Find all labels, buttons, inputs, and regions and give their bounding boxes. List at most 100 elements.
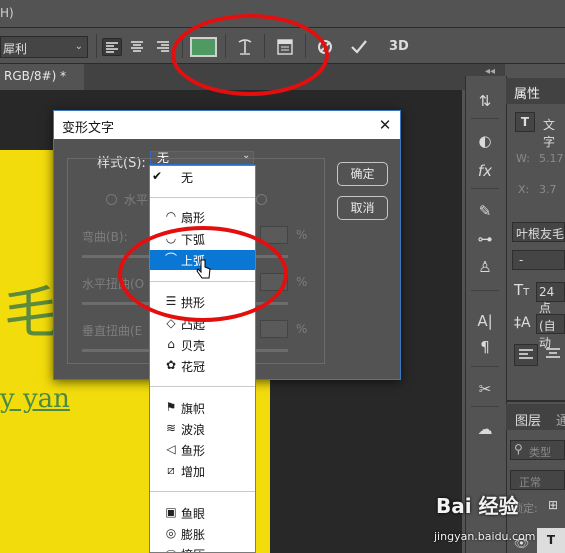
w-value[interactable]: 5.17: [539, 152, 564, 165]
font-size-icon: TT: [514, 281, 530, 299]
shell-icon: ⌂: [167, 337, 175, 351]
character-icon[interactable]: A|: [473, 310, 497, 332]
strip-divider: [471, 406, 499, 407]
vertical-distortion-percent: %: [296, 322, 308, 336]
horizontal-label: 水平: [124, 193, 149, 207]
dropdown-item-label: 无: [181, 171, 194, 185]
text-layer-label: 文字: [543, 118, 556, 149]
dropdown-item-fisheye[interactable]: ▣ 鱼眼: [150, 503, 255, 523]
panel-align-center-button[interactable]: [542, 344, 564, 366]
text-layer-icon: T: [515, 112, 535, 132]
panel-divider: [506, 400, 565, 402]
dropdown-item-rise[interactable]: ⧄ 增加: [150, 461, 255, 481]
brush-settings-icon[interactable]: ⊶: [473, 228, 497, 250]
layer-thumbnail-text[interactable]: T: [537, 528, 565, 553]
clone-source-icon[interactable]: ♙: [473, 256, 497, 278]
inflate-icon: ◎: [165, 526, 177, 540]
font-family-select[interactable]: 犀利 ⌄: [0, 36, 88, 58]
dialog-title: 变形文字: [62, 121, 115, 136]
align-center-icon: [131, 41, 143, 52]
lock-transparent-icon[interactable]: ⊞: [548, 498, 558, 512]
document-tab-label: RGB/8#) *: [4, 69, 67, 83]
font-family-value: 犀利: [3, 42, 28, 56]
dropdown-item-flower[interactable]: ✿ 花冠: [150, 356, 255, 376]
flower-icon: ✿: [165, 358, 177, 372]
tab-properties[interactable]: 属性: [514, 83, 540, 102]
layer-kind-value: 类型: [529, 446, 551, 459]
align-right-icon: [157, 41, 169, 52]
toolbar-divider: [96, 34, 97, 58]
dropdown-item-inflate[interactable]: ◎ 膨胀: [150, 524, 255, 544]
strip-divider: [471, 290, 499, 291]
dropdown-item-label: 花冠: [181, 360, 206, 374]
style-dropdown-list: ✔ 无 ◠ 扇形 ◡ 下弧 ⌒ 上弧 ☰ 拱形 ◇ 凸起 ⌂ 贝壳 ✿ 花冠 ⚑…: [149, 165, 256, 553]
tool-presets-icon[interactable]: ✂: [473, 378, 497, 400]
menu-item-help[interactable]: H): [0, 6, 14, 20]
vertical-radio[interactable]: [256, 194, 267, 205]
dropdown-item-arc[interactable]: ◠ 扇形: [150, 207, 255, 227]
dropdown-item-label: 增加: [181, 465, 206, 479]
dropdown-item-shell[interactable]: ⌂ 贝壳: [150, 335, 255, 355]
dropdown-item-label: 扇形: [181, 211, 206, 225]
fish-icon: ◁: [166, 442, 176, 456]
panel-align-left-button[interactable]: [514, 344, 538, 366]
font-size-value: 24点: [539, 285, 555, 315]
tab-layers[interactable]: 图层: [515, 410, 541, 429]
paragraph-icon[interactable]: ¶: [473, 336, 497, 358]
dropdown-item-wave[interactable]: ≋ 波浪: [150, 419, 255, 439]
layer-kind-filter[interactable]: ⚲ 类型: [510, 440, 565, 460]
ok-button[interactable]: 确定: [337, 162, 388, 186]
canvas-text-layer-2: y yan: [0, 384, 70, 414]
font-family-field-value: 叶根友毛: [516, 227, 565, 241]
dropdown-item-squeeze[interactable]: ⬭ 挤压: [150, 544, 255, 552]
dropdown-item-label: 鱼形: [181, 444, 206, 458]
3d-button[interactable]: 3D: [389, 39, 409, 54]
cancel-button[interactable]: 取消: [337, 196, 388, 220]
strip-divider: [471, 188, 499, 189]
dropdown-item-flag[interactable]: ⚑ 旗帜: [150, 398, 255, 418]
dropdown-item-fish[interactable]: ◁ 鱼形: [150, 440, 255, 460]
font-size-field[interactable]: 24点: [536, 282, 565, 315]
dropdown-item-label: 鱼眼: [181, 507, 206, 521]
dropdown-divider: [150, 197, 255, 198]
brush-icon[interactable]: ✎: [473, 200, 497, 222]
bend-label: 弯曲(B):: [82, 230, 128, 244]
dropdown-item-label: 挤压: [181, 546, 205, 552]
bend-percent: %: [296, 228, 308, 242]
x-value[interactable]: 3.7: [539, 183, 557, 196]
font-style-field-value: -: [519, 253, 524, 267]
watermark-brand: Bai 经验: [436, 494, 519, 518]
dropdown-item-label: 旗帜: [181, 402, 206, 416]
check-icon: ✔: [152, 169, 163, 183]
history-icon[interactable]: ⇅: [473, 90, 497, 112]
align-left-button[interactable]: [102, 38, 122, 56]
leading-field[interactable]: (自动: [536, 314, 565, 350]
horizontal-radio[interactable]: [106, 194, 117, 205]
tab-channels[interactable]: 通: [556, 410, 565, 429]
close-icon[interactable]: ✕: [373, 113, 397, 137]
adjustments-icon[interactable]: ◐: [473, 130, 497, 152]
font-family-field[interactable]: 叶根友毛: [512, 222, 565, 242]
align-center-button[interactable]: [128, 38, 148, 56]
vertical-distortion-label: 垂直扭曲(E: [82, 324, 143, 338]
align-left-icon: [519, 349, 533, 359]
annotation-ellipse: [171, 14, 329, 96]
blend-mode-value: 正常: [519, 476, 541, 489]
leading-icon: ‡A: [514, 315, 531, 331]
font-style-field[interactable]: -: [512, 250, 565, 270]
blend-mode-select[interactable]: 正常: [510, 470, 565, 490]
search-icon: ⚲: [514, 442, 523, 456]
vertical-distortion-input[interactable]: [260, 320, 288, 338]
dropdown-item-none[interactable]: ✔ 无: [150, 167, 255, 187]
chevron-down-icon: ⌄: [74, 41, 83, 52]
x-label: X:: [518, 183, 530, 196]
document-tab[interactable]: RGB/8#) *: [0, 64, 84, 90]
fx-styles-icon[interactable]: fx: [473, 160, 497, 182]
dropdown-item-label: 波浪: [181, 423, 206, 437]
commit-icon[interactable]: [349, 38, 369, 59]
cc-libraries-icon[interactable]: ☁: [473, 418, 497, 440]
rise-icon: ⧄: [167, 463, 175, 477]
arc-icon: ◠: [165, 209, 177, 223]
strip-divider: [471, 118, 499, 119]
watermark-url: jingyan.baidu.com: [434, 530, 536, 543]
